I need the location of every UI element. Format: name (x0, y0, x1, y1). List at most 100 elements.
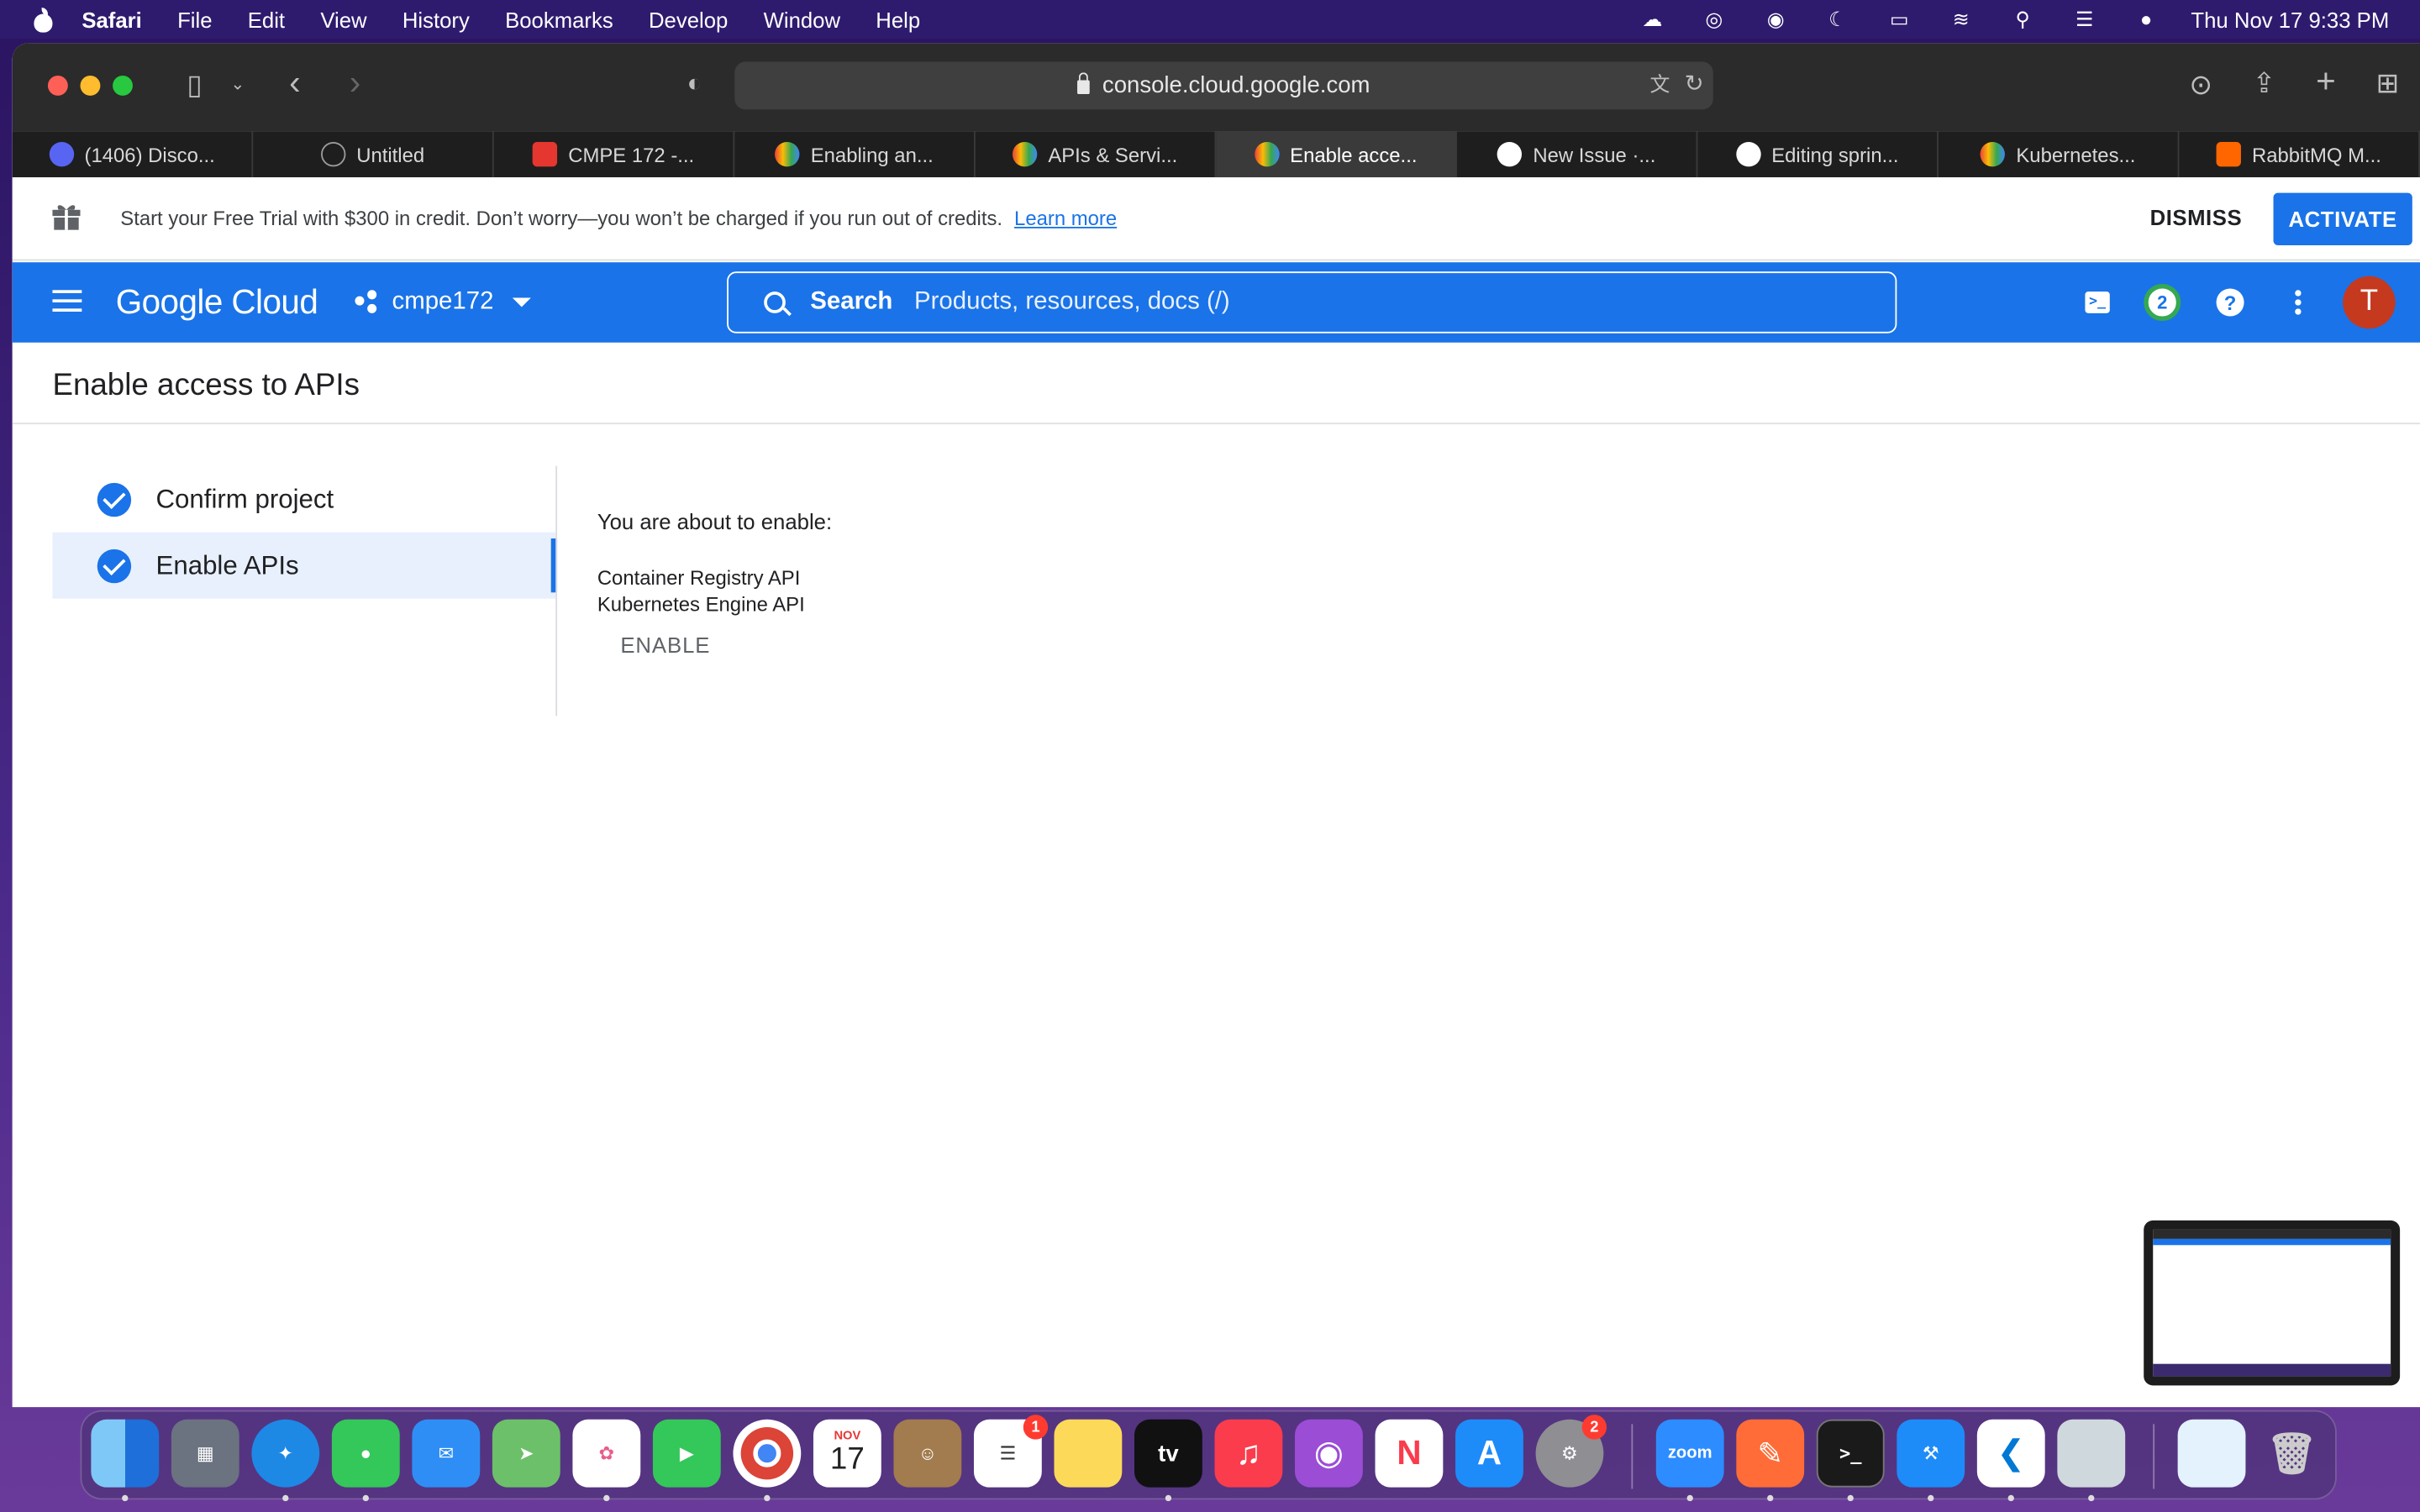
rabbitmq-icon (2216, 141, 2242, 167)
cloud-shell-icon[interactable]: >_ (2079, 284, 2116, 321)
forward-icon[interactable]: › (343, 66, 367, 99)
console-header: Google Cloud cmpe172 Search Products, re… (12, 262, 2420, 343)
menu-hamburger-icon[interactable] (52, 290, 82, 312)
vscode-icon[interactable]: ❮ (1976, 1419, 2045, 1488)
tab-enable-access[interactable]: Enable acce... (1216, 131, 1457, 178)
tab-label: New Issue ·... (1533, 142, 1656, 166)
zoom-icon[interactable]: zoom (1655, 1419, 1724, 1488)
wifi-icon[interactable]: ≋ (1947, 8, 1975, 30)
facetime-icon[interactable]: ▶ (652, 1419, 721, 1488)
avatar[interactable]: T (2343, 276, 2396, 329)
tab-enabling[interactable]: Enabling an... (734, 131, 976, 178)
fullscreen-window-button[interactable] (113, 76, 133, 96)
more-options-icon[interactable] (2280, 284, 2317, 321)
activate-button[interactable]: ACTIVATE (2273, 192, 2412, 246)
music-icon[interactable]: ♫ (1214, 1419, 1283, 1488)
tab-kubernetes[interactable]: Kubernetes... (1939, 131, 2180, 178)
close-window-button[interactable] (47, 76, 68, 96)
translate-icon[interactable]: 文 (1649, 70, 1670, 101)
minimize-window-button[interactable] (80, 76, 101, 96)
stepper-divider (555, 465, 558, 717)
project-selector[interactable]: cmpe172 (355, 288, 531, 316)
menu-help[interactable]: Help (876, 7, 920, 31)
menu-file[interactable]: File (177, 7, 212, 31)
tab-discord[interactable]: (1406) Disco... (13, 131, 254, 178)
control-center-icon[interactable]: ☰ (2070, 8, 2098, 30)
reminders-icon[interactable]: ☰ 1 (973, 1415, 1049, 1488)
notes-icon[interactable] (1054, 1419, 1123, 1488)
mail-icon[interactable]: ✉ (412, 1419, 481, 1488)
menubar-clock[interactable]: Thu Nov 17 9:33 PM (2191, 7, 2389, 31)
airdrop-icon[interactable]: ◉ (1762, 8, 1790, 30)
menu-view[interactable]: View (320, 7, 366, 31)
privacy-shield-icon[interactable]: ◐ (681, 70, 708, 101)
search-input[interactable]: Products, resources, docs (/) (914, 288, 1230, 316)
new-tab-icon[interactable]: + (2311, 64, 2342, 97)
tab-label: Kubernetes... (2016, 142, 2136, 166)
preview-icon[interactable] (2057, 1419, 2126, 1488)
google-cloud-logo[interactable]: Google Cloud (116, 282, 318, 323)
app-store-icon[interactable]: A (1455, 1419, 1523, 1488)
enable-button[interactable]: ENABLE (620, 633, 710, 657)
dismiss-button[interactable]: DISMISS (2150, 205, 2243, 229)
downloads-icon[interactable]: ⊙ (2186, 70, 2217, 101)
calendar-day: 17 (829, 1442, 865, 1477)
step-enable-apis[interactable]: Enable APIs (52, 532, 558, 599)
apple-tv-icon[interactable]: tv (1134, 1419, 1202, 1488)
address-bar[interactable]: console.cloud.google.com 文 ↻ (734, 61, 1713, 110)
menu-window[interactable]: Window (764, 7, 840, 31)
focus-moon-icon[interactable]: ☾ (1823, 8, 1851, 30)
tab-untitled[interactable]: Untitled (253, 131, 494, 178)
notifications-icon[interactable]: 2 (2144, 283, 2181, 322)
documents-folder-icon[interactable] (2177, 1419, 2246, 1488)
spotlight-icon[interactable]: ⚲ (2009, 8, 2037, 30)
menu-edit[interactable]: Edit (248, 7, 285, 31)
system-preferences-icon[interactable]: ⚙ 2 (1535, 1415, 1607, 1488)
sidebar-toggle-icon[interactable]: ▯ (179, 70, 210, 101)
menu-develop[interactable]: Develop (649, 7, 728, 31)
siri-icon[interactable]: ● (2133, 8, 2160, 30)
learn-more-link[interactable]: Learn more (1014, 207, 1117, 230)
tab-rabbitmq[interactable]: RabbitMQ M... (2179, 131, 2420, 178)
tab-overview-icon[interactable]: ⊞ (2372, 68, 2403, 99)
battery-icon[interactable]: ▭ (1886, 8, 1913, 30)
menu-bookmarks[interactable]: Bookmarks (505, 7, 613, 31)
news-icon[interactable]: N (1375, 1419, 1444, 1488)
chrome-icon[interactable] (733, 1419, 802, 1488)
trash-icon[interactable]: 🗑 (2258, 1420, 2326, 1488)
terminal-icon[interactable]: >_ (1816, 1419, 1885, 1488)
messages-icon[interactable]: ● (331, 1419, 400, 1488)
search-icon (764, 291, 786, 313)
apple-icon[interactable] (33, 7, 55, 32)
contacts-icon[interactable]: ☺ (893, 1419, 962, 1488)
tab-editing[interactable]: Editing sprin... (1697, 131, 1939, 178)
step-label: Enable APIs (155, 549, 299, 580)
screenshot-thumbnail[interactable] (2144, 1220, 2401, 1386)
share-icon[interactable]: ⇪ (2249, 68, 2280, 99)
xcode-icon[interactable]: ⚒ (1897, 1419, 1965, 1488)
menu-app-name[interactable]: Safari (82, 7, 141, 31)
photos-icon[interactable]: ✿ (572, 1419, 641, 1488)
settings-badge: 2 (1581, 1415, 1607, 1440)
status-search-app-icon[interactable]: ◎ (1700, 8, 1728, 30)
reminders-badge: 1 (1023, 1415, 1049, 1440)
maps-icon[interactable]: ➤ (492, 1419, 560, 1488)
tab-apis-services[interactable]: APIs & Servi... (976, 131, 1217, 178)
search-bar[interactable]: Search Products, resources, docs (/) (727, 271, 1897, 333)
help-icon[interactable]: ? (2212, 284, 2249, 321)
finder-icon[interactable] (91, 1419, 160, 1488)
chevron-down-icon[interactable]: ⌄ (229, 70, 247, 101)
status-app-icon[interactable]: ☁ (1639, 8, 1666, 30)
macos-menubar: Safari File Edit View History Bookmarks … (0, 0, 2420, 39)
postman-icon[interactable]: ✎ (1736, 1419, 1805, 1488)
calendar-icon[interactable]: NOV 17 (813, 1419, 881, 1488)
tab-cmpe172[interactable]: CMPE 172 -... (494, 131, 735, 178)
launchpad-icon[interactable]: ▦ (171, 1419, 239, 1488)
menu-history[interactable]: History (402, 7, 470, 31)
back-icon[interactable]: ‹ (282, 66, 307, 99)
safari-icon[interactable]: ✦ (251, 1419, 320, 1488)
tab-new-issue[interactable]: New Issue ·... (1457, 131, 1698, 178)
podcasts-icon[interactable]: ◉ (1295, 1419, 1363, 1488)
reload-icon[interactable]: ↻ (1685, 70, 1704, 101)
step-confirm-project[interactable]: Confirm project (52, 466, 555, 533)
